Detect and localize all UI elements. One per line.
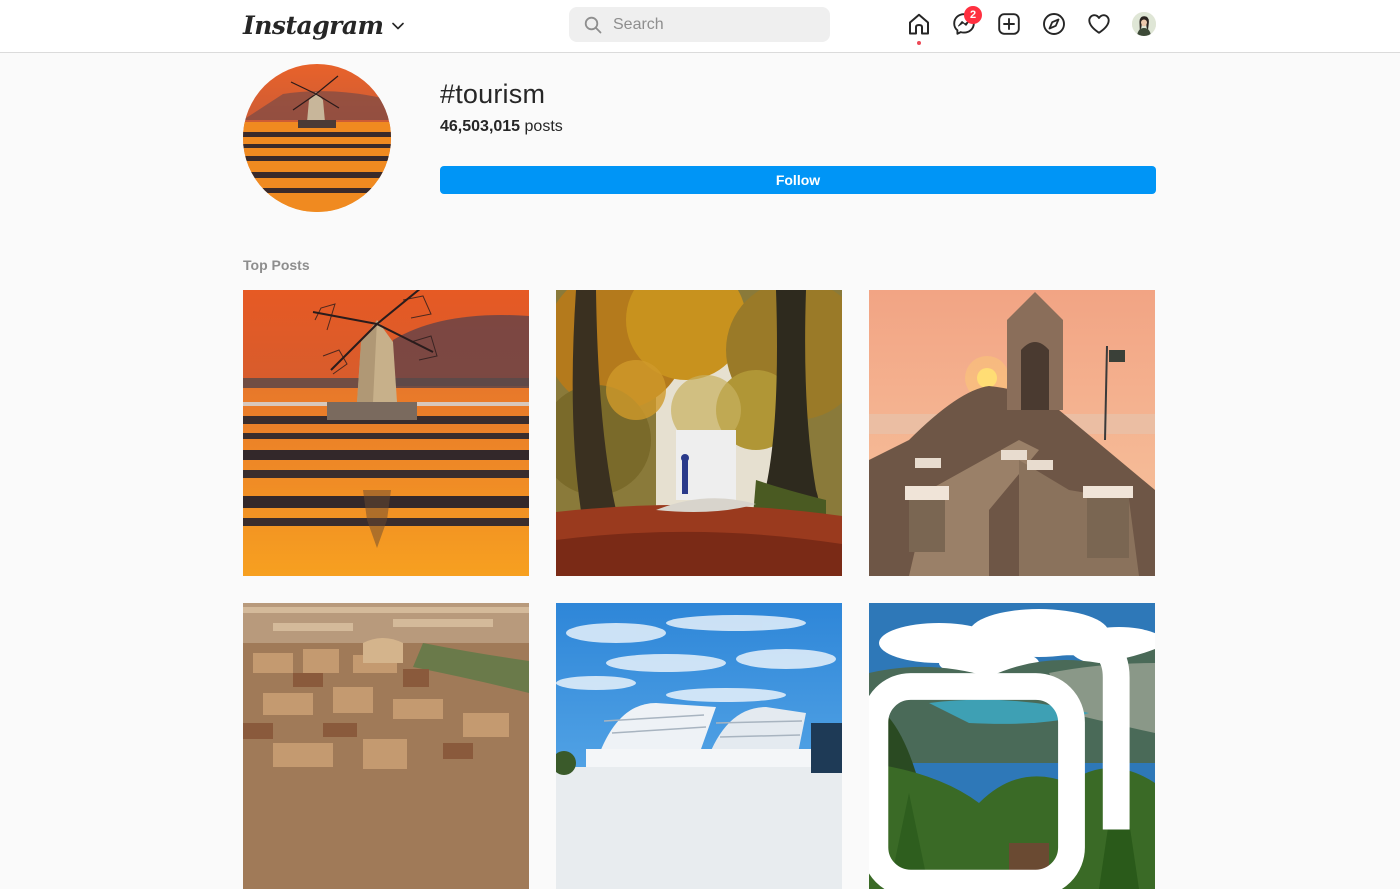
home-icon [909, 13, 929, 35]
post-thumbnail-windmill[interactable] [243, 290, 529, 576]
activity-button[interactable] [1087, 12, 1111, 36]
top-posts-heading: Top Posts [243, 257, 310, 273]
search-box[interactable] [569, 7, 830, 42]
explore-button[interactable] [1042, 12, 1066, 36]
top-navigation-bar: Instagram 2 [0, 0, 1400, 53]
top-posts-grid [243, 290, 1156, 889]
heart-icon [1088, 14, 1110, 34]
post-count-label: posts [524, 118, 563, 135]
follow-button[interactable]: Follow [440, 166, 1156, 194]
chevron-down-icon [391, 22, 404, 30]
hashtag-profile-image [243, 64, 391, 212]
messenger-button[interactable]: 2 [952, 6, 982, 36]
post-thumbnail-stone-chapel[interactable] [869, 290, 1155, 576]
instagram-logo[interactable]: Instagram [243, 7, 404, 43]
search-input[interactable] [611, 8, 815, 41]
post-count-number: 46,503,015 [440, 118, 521, 135]
post-thumbnail-aerial-city[interactable] [243, 603, 529, 889]
profile-button[interactable] [1132, 12, 1156, 36]
explore-icon [1043, 13, 1065, 35]
active-indicator-dot [917, 41, 921, 45]
avatar [1132, 12, 1156, 36]
new-post-button[interactable] [997, 12, 1021, 36]
multiple-photos-icon [869, 628, 1130, 889]
post-thumbnail-autumn-forest[interactable] [556, 290, 842, 576]
post-thumbnail-alpine-lake[interactable] [869, 603, 1155, 889]
home-button[interactable] [907, 12, 931, 45]
messages-badge: 2 [964, 6, 982, 24]
new-post-icon [998, 13, 1020, 35]
hashtag-title: #tourism [440, 79, 546, 109]
search-icon [584, 16, 602, 33]
post-thumbnail-white-building[interactable] [556, 603, 842, 889]
post-count: 46,503,015 posts [440, 118, 563, 136]
logo-wordmark: Instagram [243, 10, 384, 40]
